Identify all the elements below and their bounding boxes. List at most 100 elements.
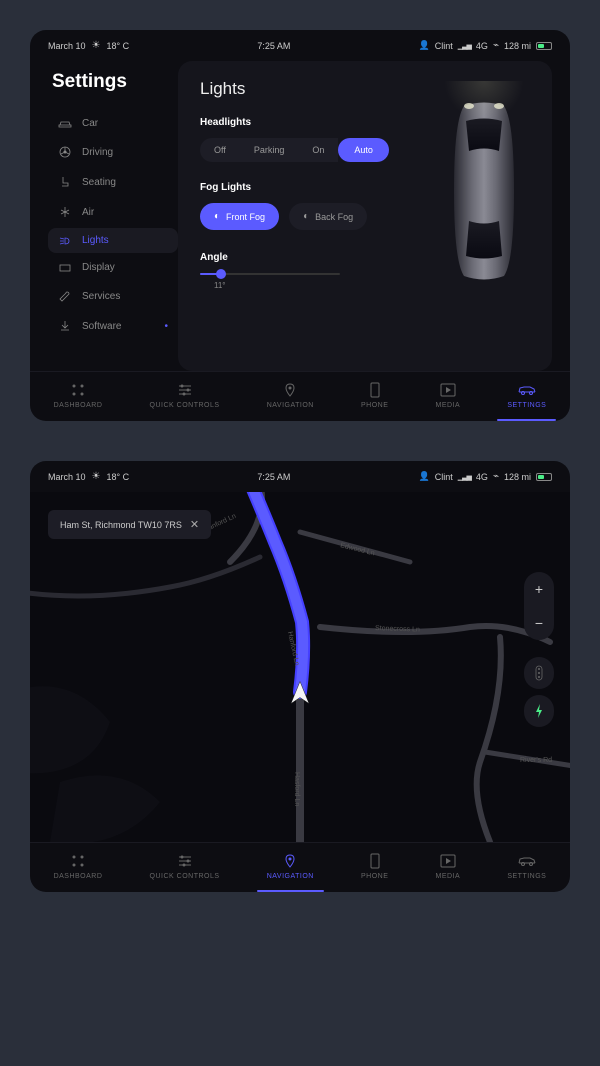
zoom-out-button[interactable]: − — [524, 606, 554, 640]
sidebar-label: Display — [82, 262, 168, 273]
nav-settings[interactable]: SETTINGS — [507, 382, 546, 409]
nav-phone[interactable]: PHONE — [361, 853, 388, 880]
signal-icon — [458, 473, 471, 481]
fog-front-label: Front Fog — [226, 212, 265, 222]
fog-front-button[interactable]: Front Fog — [200, 203, 279, 230]
sidebar-title: Settings — [48, 71, 178, 93]
nav-dashboard[interactable]: DASHBOARD — [54, 853, 103, 880]
play-icon — [440, 853, 456, 869]
sliders-icon — [177, 382, 193, 398]
nav-media[interactable]: MEDIA — [436, 853, 461, 880]
display-icon — [58, 263, 72, 273]
headlights-auto[interactable]: Auto — [338, 138, 389, 162]
sidebar-item-driving[interactable]: Driving — [48, 138, 178, 166]
headlights-off[interactable]: Off — [200, 138, 240, 162]
status-date: March 10 — [48, 472, 86, 482]
status-range: 128 mi — [504, 472, 531, 482]
pin-icon — [282, 382, 298, 398]
fog-back-label: Back Fog — [315, 212, 353, 222]
car-side-icon — [517, 853, 537, 869]
status-time: 7:25 AM — [257, 472, 290, 482]
pin-icon — [282, 853, 298, 869]
navigation-screen: March 10 18° C 7:25 AM Clint 4G 128 mi — [30, 461, 570, 892]
bottom-nav: DASHBOARD QUICK CONTROLS NAVIGATION PHON… — [30, 371, 570, 421]
nav-label: QUICK CONTROLS — [150, 402, 220, 409]
sidebar-item-display[interactable]: Display — [48, 255, 178, 280]
nav-quick-controls[interactable]: QUICK CONTROLS — [150, 853, 220, 880]
sidebar-label: Services — [82, 291, 168, 302]
lights-panel: Lights Headlights Off Parking On Auto Fo… — [178, 61, 552, 371]
wheel-icon — [58, 145, 72, 159]
fog-icon — [214, 211, 220, 222]
nav-label: PHONE — [361, 402, 388, 409]
lights-icon — [58, 236, 72, 246]
settings-screen: March 10 18° C 7:25 AM Clint 4G 128 mi S… — [30, 30, 570, 421]
user-icon — [419, 40, 430, 51]
nav-navigation[interactable]: NAVIGATION — [267, 382, 314, 409]
update-indicator: • — [164, 321, 168, 332]
fog-back-button[interactable]: Back Fog — [289, 203, 367, 230]
close-icon[interactable]: ✕ — [190, 518, 199, 531]
bottom-nav: DASHBOARD QUICK CONTROLS NAVIGATION PHON… — [30, 842, 570, 892]
nav-settings[interactable]: SETTINGS — [507, 853, 546, 880]
nav-media[interactable]: MEDIA — [436, 382, 461, 409]
battery-icon — [536, 473, 552, 481]
status-network: 4G — [476, 472, 488, 482]
zoom-in-button[interactable]: + — [524, 572, 554, 606]
nav-label: QUICK CONTROLS — [150, 873, 220, 880]
traffic-button[interactable] — [524, 657, 554, 689]
sidebar-item-lights[interactable]: Lights — [48, 228, 178, 253]
map-view[interactable]: Hanford Ln Edwood Ln Stonecross Ln River… — [30, 492, 570, 842]
nav-label: MEDIA — [436, 873, 461, 880]
grid-icon — [70, 853, 86, 869]
headlights-on[interactable]: On — [298, 138, 338, 162]
car-side-icon — [517, 382, 537, 398]
status-bar: March 10 18° C 7:25 AM Clint 4G 128 mi — [30, 30, 570, 61]
air-icon — [58, 205, 72, 219]
charging-button[interactable] — [524, 695, 554, 727]
nav-label: SETTINGS — [507, 402, 546, 409]
nav-navigation[interactable]: NAVIGATION — [267, 853, 314, 880]
traffic-light-icon — [533, 665, 545, 681]
bolt-icon — [533, 703, 545, 719]
status-temp: 18° C — [107, 41, 130, 51]
status-range: 128 mi — [504, 41, 531, 51]
nav-phone[interactable]: PHONE — [361, 382, 388, 409]
sidebar-item-air[interactable]: Air — [48, 198, 178, 226]
nav-label: PHONE — [361, 873, 388, 880]
sidebar-item-car[interactable]: Car — [48, 111, 178, 136]
user-icon — [419, 471, 430, 482]
nav-label: DASHBOARD — [54, 402, 103, 409]
status-user: Clint — [435, 41, 453, 51]
status-network: 4G — [476, 41, 488, 51]
angle-slider[interactable]: 11° — [200, 273, 340, 290]
road-label: Edwood Ln — [340, 542, 376, 557]
battery-icon — [536, 42, 552, 50]
sidebar-item-services[interactable]: Services — [48, 282, 178, 310]
bluetooth-icon — [493, 40, 499, 51]
sidebar-label: Seating — [82, 177, 168, 188]
status-date: March 10 — [48, 41, 86, 51]
search-pill[interactable]: Ham St, Richmond TW10 7RS ✕ — [48, 510, 211, 539]
nav-label: SETTINGS — [507, 873, 546, 880]
nav-label: DASHBOARD — [54, 873, 103, 880]
seat-icon — [58, 175, 72, 189]
map-side-controls — [524, 657, 554, 727]
weather-icon — [92, 40, 101, 51]
car-icon — [58, 119, 72, 129]
download-icon — [58, 319, 72, 333]
sidebar-label: Air — [82, 207, 168, 218]
nav-dashboard[interactable]: DASHBOARD — [54, 382, 103, 409]
slider-thumb[interactable] — [216, 269, 226, 279]
zoom-control: + − — [524, 572, 554, 640]
sidebar-item-seating[interactable]: Seating — [48, 168, 178, 196]
signal-icon — [458, 42, 471, 50]
road-label: Hasford Ln — [293, 772, 300, 806]
headlights-parking[interactable]: Parking — [240, 138, 299, 162]
phone-icon — [369, 853, 381, 869]
road-label: River's Rd — [520, 757, 552, 764]
bluetooth-icon — [493, 471, 499, 482]
sidebar-item-software[interactable]: Software • — [48, 312, 178, 340]
nav-quick-controls[interactable]: QUICK CONTROLS — [150, 382, 220, 409]
car-illustration — [434, 91, 534, 291]
